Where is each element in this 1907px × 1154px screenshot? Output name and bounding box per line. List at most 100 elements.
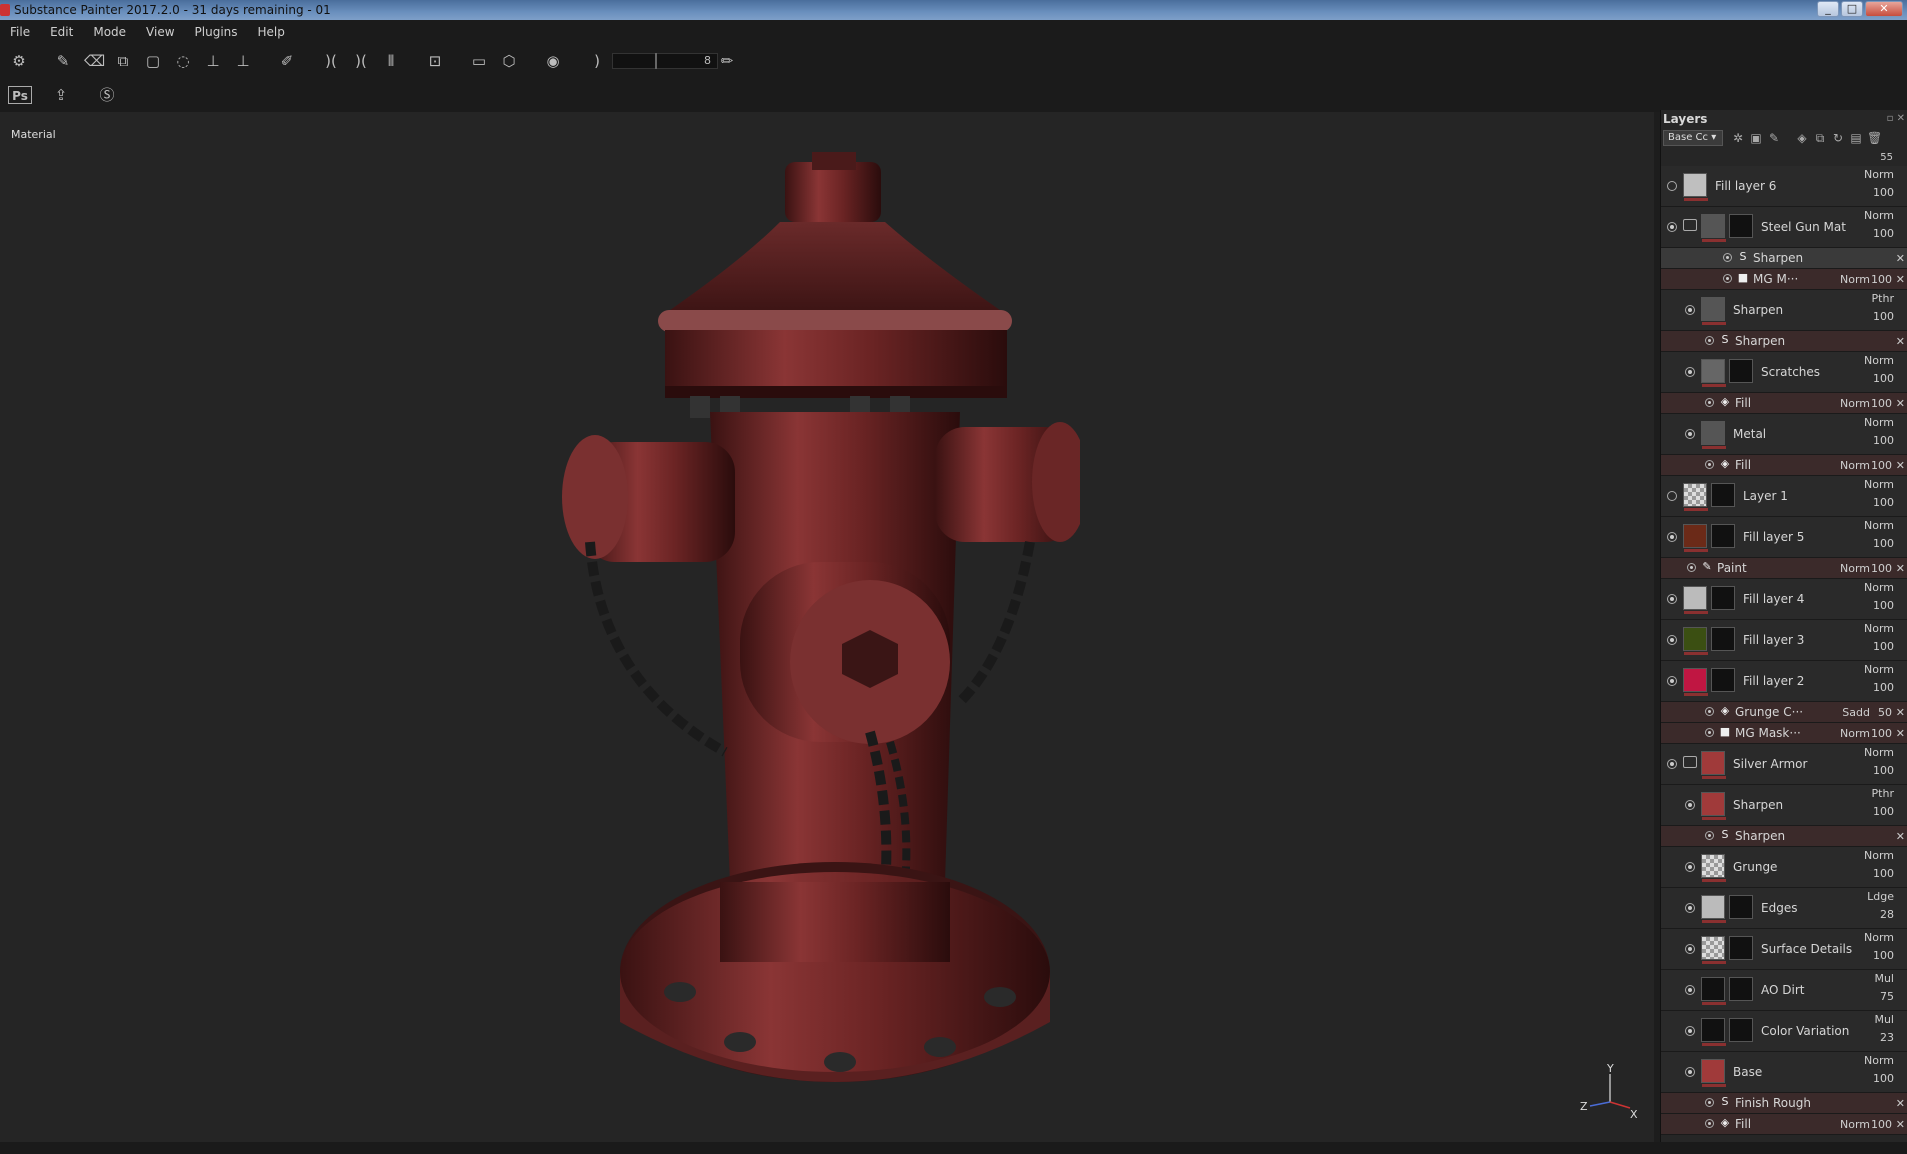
visibility-eye-icon[interactable] <box>1705 1098 1714 1107</box>
visibility-eye-icon[interactable] <box>1685 429 1695 439</box>
layer-effect-row[interactable]: ✎ Paint Norm 100 ✕ <box>1661 558 1907 579</box>
visibility-eye-icon[interactable] <box>1705 1119 1714 1128</box>
layer-blend-mode[interactable]: Norm <box>1864 931 1894 944</box>
layer-mask-thumbnail[interactable] <box>1711 668 1735 692</box>
layer-mask-thumbnail[interactable] <box>1729 977 1753 1001</box>
layer-mask-thumbnail[interactable] <box>1729 936 1753 960</box>
remove-effect-icon[interactable]: ✕ <box>1896 830 1905 843</box>
layer-opacity[interactable]: 100 <box>1871 562 1892 575</box>
visibility-eye-icon[interactable] <box>1685 800 1695 810</box>
layer-blend-mode[interactable]: Norm <box>1864 581 1894 594</box>
layer-effect-row[interactable]: S Sharpen ✕ <box>1661 248 1907 269</box>
layer-row[interactable]: AO Dirt Mul 75 <box>1661 970 1907 1011</box>
visibility-eye-icon[interactable] <box>1685 862 1695 872</box>
video-icon[interactable]: ▭ <box>470 52 488 70</box>
layer-row[interactable]: Fill layer 2 Norm 100 <box>1661 661 1907 702</box>
remove-effect-icon[interactable]: ✕ <box>1896 459 1905 472</box>
photoshop-icon[interactable]: Ps <box>8 86 32 104</box>
visibility-eye-icon[interactable] <box>1685 944 1695 954</box>
remove-effect-icon[interactable]: ✕ <box>1896 252 1905 265</box>
layer-effect-row[interactable]: ◈ Fill Norm 100 ✕ <box>1661 393 1907 414</box>
layer-effect-row[interactable]: ◈ Fill Norm 100 ✕ <box>1661 1114 1907 1135</box>
visibility-eye-icon[interactable] <box>1667 676 1677 686</box>
smudge-icon[interactable]: ◌ <box>174 52 192 70</box>
layer-mask-thumbnail[interactable] <box>1729 895 1753 919</box>
visibility-eye-icon[interactable] <box>1667 635 1677 645</box>
add-effect-icon[interactable]: ✲ <box>1731 131 1745 145</box>
layer-blend-mode[interactable]: Pthr <box>1872 787 1894 800</box>
layer-opacity[interactable]: 100 <box>1873 867 1894 880</box>
layer-opacity[interactable]: 50 <box>1878 706 1892 719</box>
layer-blend-mode[interactable]: Pthr <box>1872 292 1894 305</box>
visibility-eye-icon[interactable] <box>1685 367 1695 377</box>
layer-row[interactable]: Base Norm 100 <box>1661 1052 1907 1093</box>
layer-row[interactable]: Sharpen Pthr 100 <box>1661 785 1907 826</box>
layer-row[interactable]: Edges Ldge 28 <box>1661 888 1907 929</box>
brush-size-slider[interactable] <box>612 53 718 69</box>
layer-blend-mode[interactable]: Norm <box>1840 562 1870 575</box>
layer-opacity[interactable]: 100 <box>1873 434 1894 447</box>
layer-mask-thumbnail[interactable] <box>1729 359 1753 383</box>
layer-blend-mode[interactable]: Norm <box>1864 354 1894 367</box>
mirror-icon[interactable]: )( <box>352 52 370 70</box>
layer-opacity[interactable]: 100 <box>1873 949 1894 962</box>
layer-row[interactable]: Color Variation Mul 23 <box>1661 1011 1907 1052</box>
visibility-eye-icon[interactable] <box>1687 563 1696 572</box>
add-fill-icon[interactable]: ◈ <box>1795 131 1809 145</box>
menu-edit[interactable]: Edit <box>40 20 83 44</box>
visibility-eye-icon[interactable] <box>1685 903 1695 913</box>
minimize-button[interactable]: _ <box>1817 1 1839 17</box>
clone-stamp-icon[interactable]: ⊥ <box>234 52 252 70</box>
visibility-eye-icon[interactable] <box>1685 305 1695 315</box>
layer-mask-thumbnail[interactable] <box>1711 586 1735 610</box>
eraser-icon[interactable]: ⌫ <box>84 52 105 70</box>
maximize-button[interactable]: □ <box>1841 1 1863 17</box>
layer-opacity[interactable]: 100 <box>1873 537 1894 550</box>
layer-row[interactable]: Fill layer 3 Norm 100 <box>1661 620 1907 661</box>
3d-viewport[interactable]: Material Y Z X <box>0 112 1654 1142</box>
layer-effect-row[interactable]: ◈ Fill Norm 100 ✕ <box>1661 455 1907 476</box>
layer-effect-row[interactable]: ■ MG Mask··· Norm 100 ✕ <box>1661 723 1907 744</box>
screenshot-icon[interactable]: ◉ <box>544 52 562 70</box>
layer-blend-mode[interactable]: Norm <box>1864 519 1894 532</box>
trash-icon[interactable]: 🗑 <box>1867 131 1882 145</box>
remove-effect-icon[interactable]: ✕ <box>1896 335 1905 348</box>
layer-blend-mode[interactable]: Norm <box>1864 663 1894 676</box>
layer-blend-mode[interactable]: Norm <box>1840 273 1870 286</box>
layer-opacity[interactable]: 100 <box>1873 764 1894 777</box>
layer-row[interactable]: Grunge Norm 100 <box>1661 847 1907 888</box>
menu-mode[interactable]: Mode <box>83 20 136 44</box>
layer-blend-mode[interactable]: Norm <box>1864 849 1894 862</box>
export-icon[interactable]: ⇪ <box>52 86 70 104</box>
layer-effect-row[interactable]: S Sharpen ✕ <box>1661 826 1907 847</box>
visibility-eye-icon[interactable] <box>1723 253 1732 262</box>
visibility-eye-icon[interactable] <box>1667 222 1677 232</box>
instance-icon[interactable]: ↻ <box>1831 131 1845 145</box>
visibility-eye-icon[interactable] <box>1705 398 1714 407</box>
layer-opacity[interactable]: 100 <box>1873 227 1894 240</box>
layer-blend-mode[interactable]: Norm <box>1864 622 1894 635</box>
layer-opacity[interactable]: 23 <box>1880 1031 1894 1044</box>
layer-opacity[interactable]: 100 <box>1873 310 1894 323</box>
layer-opacity[interactable]: 100 <box>1873 640 1894 653</box>
add-folder-icon[interactable]: ▤ <box>1849 131 1863 145</box>
visibility-eye-icon[interactable] <box>1667 759 1677 769</box>
remove-effect-icon[interactable]: ✕ <box>1896 706 1905 719</box>
visibility-eye-icon[interactable] <box>1685 1026 1695 1036</box>
layer-opacity[interactable]: 100 <box>1873 681 1894 694</box>
layer-opacity[interactable]: 100 <box>1873 599 1894 612</box>
layer-folder-row[interactable]: Steel Gun Mat Norm 100 <box>1661 207 1907 248</box>
remove-effect-icon[interactable]: ✕ <box>1896 727 1905 740</box>
remove-effect-icon[interactable]: ✕ <box>1896 562 1905 575</box>
visibility-eye-icon[interactable] <box>1667 594 1677 604</box>
layer-mask-thumbnail[interactable] <box>1711 627 1735 651</box>
layer-opacity[interactable]: 100 <box>1873 496 1894 509</box>
logo-icon[interactable]: ⚙ <box>10 52 28 70</box>
layer-row[interactable]: Surface Details Norm 100 <box>1661 929 1907 970</box>
layer-blend-mode[interactable]: Norm <box>1864 478 1894 491</box>
layer-blend-mode[interactable]: Norm <box>1864 746 1894 759</box>
layer-row[interactable]: Layer 1 Norm 100 <box>1661 476 1907 517</box>
add-paint-icon[interactable]: ✎ <box>1767 131 1781 145</box>
substance-icon[interactable]: Ⓢ <box>98 86 116 104</box>
layer-blend-mode[interactable]: Norm <box>1864 416 1894 429</box>
